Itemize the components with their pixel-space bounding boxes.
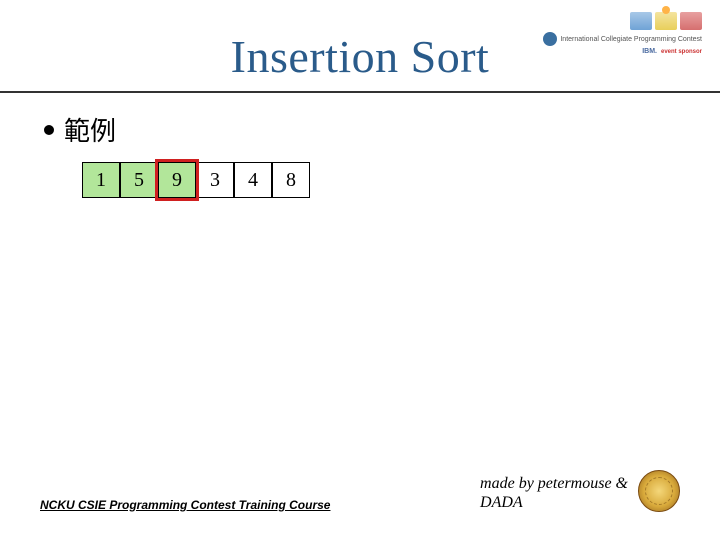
array-cell: 8 xyxy=(272,162,310,198)
red-block-icon xyxy=(680,12,702,30)
slide: International Collegiate Programming Con… xyxy=(0,0,720,540)
array-cell: 1 xyxy=(82,162,120,198)
bullet-dot-icon xyxy=(44,125,54,135)
bullet-item: 範例 xyxy=(44,111,680,148)
array-cell: 4 xyxy=(234,162,272,198)
university-seal-icon xyxy=(638,470,680,512)
top-right-logos: International Collegiate Programming Con… xyxy=(543,12,702,55)
acm-logo: International Collegiate Programming Con… xyxy=(543,32,702,46)
content-area: 範例 159348 xyxy=(40,93,680,198)
credit-line-2: DADA xyxy=(480,494,523,511)
icpc-color-blocks xyxy=(630,12,702,30)
array-cell: 5 xyxy=(120,162,158,198)
blue-block-icon xyxy=(630,12,652,30)
array-cell: 9 xyxy=(158,162,196,198)
acm-circle-icon xyxy=(543,32,557,46)
footer: NCKU CSIE Programming Contest Training C… xyxy=(40,470,680,512)
ibm-sponsor-text: event sponsor xyxy=(661,49,702,55)
ibm-sponsor: IBM. event sponsor xyxy=(642,48,702,55)
acm-text: International Collegiate Programming Con… xyxy=(560,36,702,43)
balloon-icon xyxy=(655,12,677,30)
array-visualization: 159348 xyxy=(82,162,680,198)
footer-right: made by petermouse & DADA xyxy=(480,470,680,512)
ibm-text: IBM. xyxy=(642,48,657,55)
bullet-label: 範例 xyxy=(64,111,116,148)
credit-text: made by petermouse & DADA xyxy=(480,474,628,512)
array-cell: 3 xyxy=(196,162,234,198)
course-name: NCKU CSIE Programming Contest Training C… xyxy=(40,498,330,512)
credit-line-1: made by petermouse & xyxy=(480,475,628,492)
